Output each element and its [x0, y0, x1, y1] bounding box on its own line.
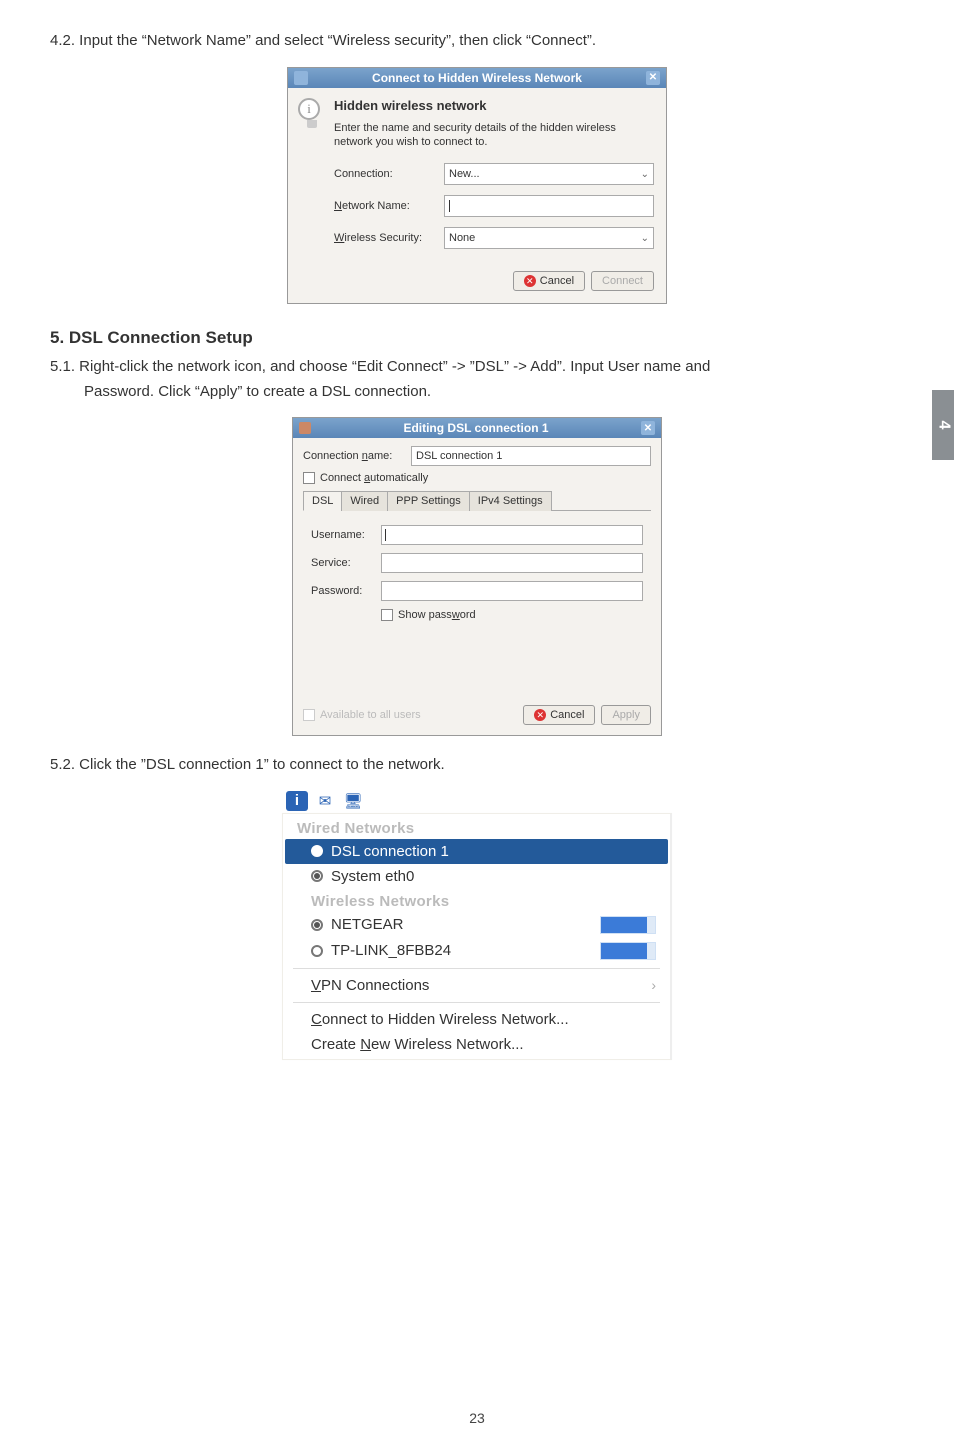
dialog-heading: Hidden wireless network — [334, 98, 654, 113]
menu-item-label: VPN Connections — [311, 977, 429, 994]
instruction-5-2: 5.2. Click the ”DSL connection 1” to con… — [50, 754, 904, 777]
tabs: DSL Wired PPP Settings IPv4 Settings — [303, 490, 651, 511]
info-icon: i — [298, 98, 326, 134]
tab-ipv4-settings[interactable]: IPv4 Settings — [469, 491, 552, 511]
signal-strength-icon — [600, 916, 656, 934]
separator — [293, 1002, 660, 1003]
connection-name-input[interactable]: DSL connection 1 — [411, 446, 651, 466]
show-password-label: Show password — [398, 609, 476, 621]
connection-value: New... — [449, 168, 480, 180]
section-5-title: 5. DSL Connection Setup — [50, 328, 904, 348]
service-input[interactable] — [381, 553, 643, 573]
connect-automatically-label: Connect automatically — [320, 472, 428, 484]
menu-item-label: Connect to Hidden Wireless Network... — [311, 1011, 569, 1028]
cancel-button[interactable]: ✕ Cancel — [513, 271, 585, 291]
menu-item-label: NETGEAR — [331, 916, 404, 933]
wireless-security-value: None — [449, 232, 475, 244]
radio-icon — [311, 945, 323, 957]
network-manager-menu: i ✉ 🖥 Wired Networks DSL connection 1 Sy… — [282, 791, 672, 1060]
wireless-networks-header: Wireless Networks — [283, 889, 670, 912]
wireless-security-label: Wireless Security: — [334, 232, 444, 244]
dialog2-title: Editing DSL connection 1 — [311, 421, 641, 435]
network-name-label: Network Name: — [334, 200, 444, 212]
page-number: 23 — [0, 1410, 954, 1426]
connect-hidden-network-dialog: Connect to Hidden Wireless Network ✕ i H… — [287, 67, 667, 305]
network-tray-icon[interactable]: 🖥 — [342, 791, 364, 811]
chevron-down-icon: ⌄ — [641, 233, 649, 244]
cancel-icon: ✕ — [534, 709, 546, 721]
available-all-users-row: Available to all users — [303, 709, 421, 721]
password-label: Password: — [311, 585, 381, 597]
close-icon[interactable]: ✕ — [641, 421, 655, 435]
mail-tray-icon[interactable]: ✉ — [314, 791, 336, 811]
connection-combobox[interactable]: New... ⌄ — [444, 163, 654, 185]
username-label: Username: — [311, 529, 381, 541]
instruction-5-1-line1: 5.1. Right-click the network icon, and c… — [50, 356, 904, 379]
menu-item-label: DSL connection 1 — [331, 843, 449, 860]
menu-item-create-new-wireless[interactable]: Create New Wireless Network... — [283, 1032, 670, 1057]
wired-networks-header: Wired Networks — [283, 816, 670, 839]
instruction-4-2: 4.2. Input the “Network Name” and select… — [50, 30, 904, 53]
tray-icons: i ✉ 🖥 — [286, 791, 672, 811]
connect-button[interactable]: Connect — [591, 271, 654, 291]
dialog2-titlebar: Editing DSL connection 1 ✕ — [293, 418, 661, 438]
menu-item-netgear[interactable]: NETGEAR — [283, 912, 670, 938]
titlebar-menu-icon[interactable] — [294, 71, 308, 85]
separator — [293, 968, 660, 969]
editing-dsl-connection-dialog: Editing DSL connection 1 ✕ Connection na… — [292, 417, 662, 736]
username-input[interactable] — [381, 525, 643, 545]
dialog-titlebar: Connect to Hidden Wireless Network ✕ — [288, 68, 666, 88]
titlebar-menu-icon[interactable] — [299, 422, 311, 434]
password-input[interactable] — [381, 581, 643, 601]
menu-item-label: System eth0 — [331, 868, 414, 885]
signal-strength-icon — [600, 942, 656, 960]
cancel-button[interactable]: ✕ Cancel — [523, 705, 595, 725]
menu-item-dsl-connection-1[interactable]: DSL connection 1 — [285, 839, 668, 864]
dialog-title: Connect to Hidden Wireless Network — [308, 71, 646, 85]
instruction-5-1-line2: Password. Click “Apply” to create a DSL … — [50, 381, 904, 404]
radio-icon — [311, 919, 323, 931]
connection-name-label: Connection name: — [303, 450, 411, 462]
chevron-down-icon: ⌄ — [641, 169, 649, 180]
dialog-description: Enter the name and security details of t… — [334, 121, 654, 150]
show-password-checkbox[interactable] — [381, 609, 393, 621]
menu-item-vpn-connections[interactable]: VPN Connections › — [283, 973, 670, 998]
menu-item-label: Create New Wireless Network... — [311, 1036, 524, 1053]
connection-label: Connection: — [334, 168, 444, 180]
tab-dsl[interactable]: DSL — [303, 491, 342, 511]
chevron-right-icon: › — [651, 977, 656, 993]
wireless-security-combobox[interactable]: None ⌄ — [444, 227, 654, 249]
radio-icon — [311, 845, 323, 857]
menu-item-connect-hidden[interactable]: Connect to Hidden Wireless Network... — [283, 1007, 670, 1032]
connect-automatically-checkbox[interactable] — [303, 472, 315, 484]
menu-item-label: TP-LINK_8FBB24 — [331, 942, 451, 959]
radio-icon — [311, 870, 323, 882]
service-label: Service: — [311, 557, 381, 569]
tab-ppp-settings[interactable]: PPP Settings — [387, 491, 470, 511]
info-tray-icon[interactable]: i — [286, 791, 308, 811]
cancel-icon: ✕ — [524, 275, 536, 287]
apply-button[interactable]: Apply — [601, 705, 651, 725]
side-chapter-tab: 4 — [932, 390, 954, 460]
menu-item-tplink[interactable]: TP-LINK_8FBB24 — [283, 938, 670, 964]
network-name-input[interactable] — [444, 195, 654, 217]
menu-item-system-eth0[interactable]: System eth0 — [283, 864, 670, 889]
close-icon[interactable]: ✕ — [646, 71, 660, 85]
tab-wired[interactable]: Wired — [341, 491, 388, 511]
available-all-users-checkbox[interactable] — [303, 709, 315, 721]
available-all-users-label: Available to all users — [320, 709, 421, 721]
